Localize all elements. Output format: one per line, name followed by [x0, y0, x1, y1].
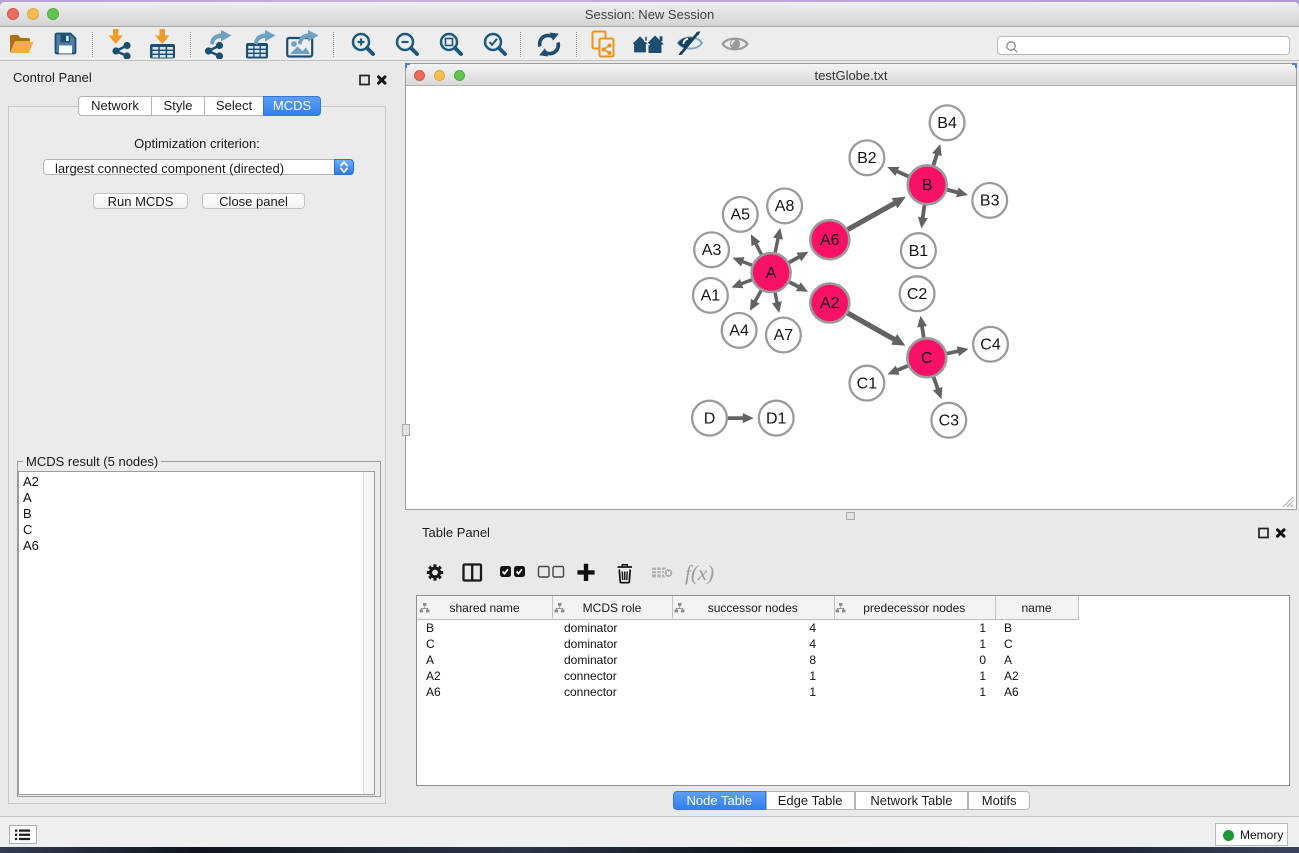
svg-text:A4: A4 [729, 323, 749, 340]
svg-text:f(x): f(x) [685, 561, 714, 585]
svg-text:D: D [704, 410, 716, 427]
svg-text:C2: C2 [907, 286, 928, 303]
svg-text:C3: C3 [939, 412, 960, 429]
svg-text:B4: B4 [937, 115, 957, 132]
svg-text:B3: B3 [980, 193, 1000, 210]
svg-text:C: C [921, 350, 933, 367]
svg-text:A6: A6 [820, 232, 840, 249]
svg-text:A8: A8 [775, 198, 795, 215]
svg-text:C1: C1 [857, 375, 878, 392]
svg-text:B2: B2 [857, 150, 877, 167]
svg-text:B1: B1 [909, 243, 929, 260]
svg-text:A5: A5 [731, 207, 751, 224]
svg-text:D1: D1 [766, 410, 787, 427]
svg-text:A3: A3 [702, 242, 722, 259]
svg-text:C4: C4 [980, 337, 1001, 354]
svg-text:A7: A7 [774, 327, 794, 344]
svg-text:A: A [766, 265, 777, 282]
svg-text:A2: A2 [820, 295, 840, 312]
svg-text:A1: A1 [701, 288, 721, 305]
svg-text:B: B [922, 177, 933, 194]
